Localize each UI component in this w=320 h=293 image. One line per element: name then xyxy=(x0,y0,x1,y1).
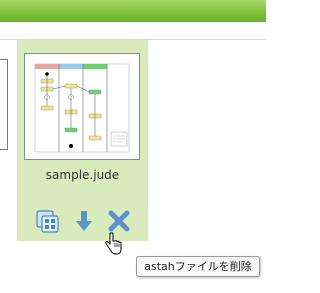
file-card[interactable]: sample.jude xyxy=(17,40,148,241)
header-bar xyxy=(0,0,266,22)
tooltip: astahファイルを削除 xyxy=(136,256,260,277)
previous-file-card[interactable] xyxy=(0,59,8,150)
delete-button[interactable] xyxy=(106,208,132,234)
open-button[interactable] xyxy=(35,208,61,234)
download-arrow-icon xyxy=(76,211,92,231)
file-thumbnail[interactable] xyxy=(24,53,140,160)
activity-diagram-thumbnail xyxy=(34,63,130,153)
download-button[interactable] xyxy=(71,208,97,234)
hand-cursor-icon xyxy=(104,232,122,260)
open-icon xyxy=(36,210,59,233)
file-name: sample.jude xyxy=(45,168,120,182)
delete-x-icon xyxy=(108,210,130,232)
